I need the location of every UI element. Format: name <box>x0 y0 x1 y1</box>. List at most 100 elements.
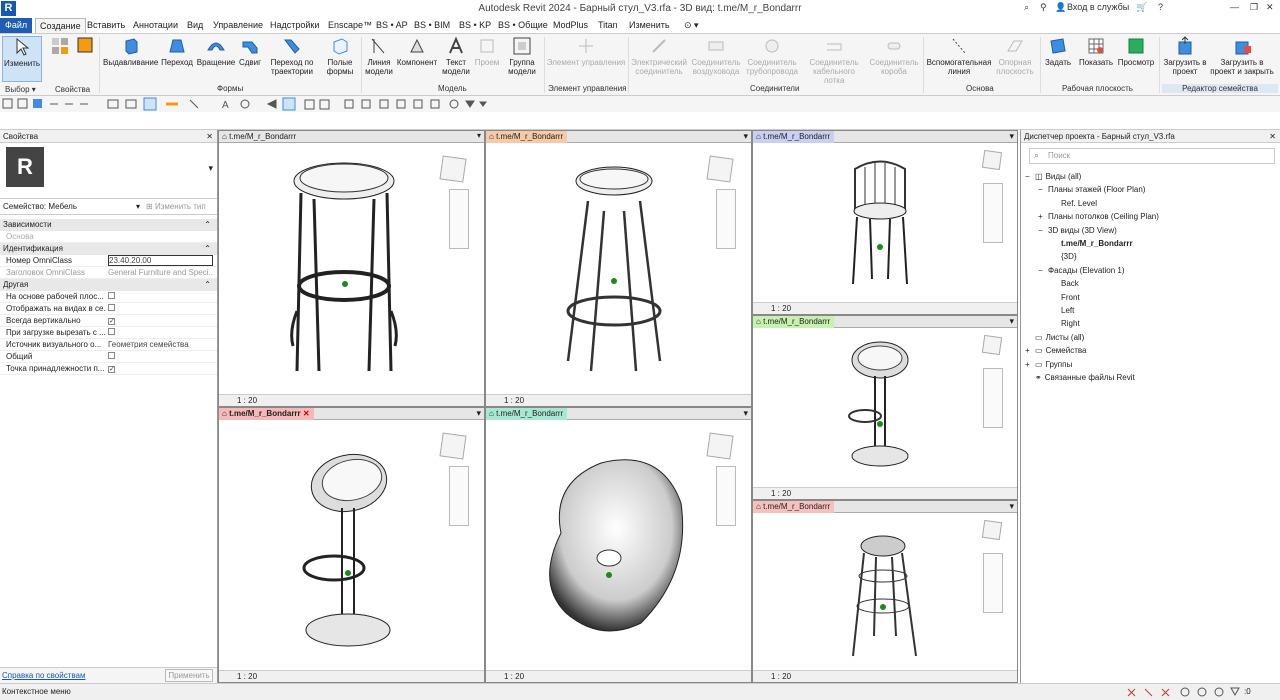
tab-bs-kp[interactable]: BS • KP <box>459 18 491 33</box>
cart-icon[interactable]: 🛒 <box>1136 2 1147 13</box>
section-constraints[interactable]: Зависимости ⌃ <box>0 219 217 231</box>
view-scale[interactable]: 1 : 20 <box>504 672 524 681</box>
binoculars-icon[interactable]: ⚲ <box>1040 2 1047 13</box>
tree-item[interactable]: + ▭ Группы <box>1025 360 1072 369</box>
chevron-down-icon[interactable]: ▾ <box>1009 501 1014 512</box>
collapse-icon[interactable]: ⌃ <box>204 219 211 231</box>
tab-create[interactable]: Создание <box>35 18 86 33</box>
model-line-button[interactable]: Линия модели <box>364 36 394 76</box>
tree-item[interactable]: −3D виды (3D View) <box>1038 226 1117 235</box>
collapse-icon[interactable]: − <box>1038 226 1048 235</box>
viewcube-icon[interactable] <box>439 432 467 460</box>
chevron-down-icon[interactable]: ▾ <box>743 131 748 142</box>
property-checkbox[interactable] <box>108 304 115 311</box>
load-into-project-button[interactable]: Загрузить в проект <box>1162 36 1208 76</box>
family-category-button[interactable] <box>76 36 96 58</box>
expand-icon[interactable]: + <box>1025 346 1035 355</box>
viewcube-icon[interactable] <box>706 155 734 183</box>
close-icon[interactable]: ✕ <box>1266 2 1274 13</box>
tab-bs-ap[interactable]: BS • AP <box>376 18 408 33</box>
properties-help-link[interactable]: Справка по свойствам <box>2 671 85 680</box>
omniclass-number-field[interactable]: 23.40.20.00 <box>108 255 213 266</box>
tree-item[interactable]: Front <box>1051 293 1080 302</box>
tree-item[interactable]: Ref. Level <box>1051 199 1097 208</box>
tree-item[interactable]: + ▭ Семейства <box>1025 346 1086 355</box>
viewport-7[interactable]: ⌂ t.me/M_r_Bondarrr ▾ 1 : 20 <box>752 500 1018 683</box>
collapse-icon[interactable]: ⌃ <box>204 279 211 291</box>
tree-item[interactable]: Right <box>1051 319 1080 328</box>
viewport-6[interactable]: ⌂ t.me/M_r_Bondarrr ▾ 1 : 20 <box>485 407 752 683</box>
chevron-down-icon[interactable]: ▾ <box>476 408 481 419</box>
blend-button[interactable]: Переход <box>159 36 195 67</box>
tab-enscape[interactable]: Enscape™ <box>328 18 372 33</box>
tab-file[interactable]: Файл <box>0 18 33 33</box>
navigation-bar[interactable] <box>716 466 736 526</box>
bean-bag-chair-model[interactable] <box>541 453 691 643</box>
select-group-label[interactable]: Выбор ▾ <box>5 85 36 94</box>
bar-stool-industrial-model[interactable] <box>848 531 928 666</box>
model-text-button[interactable]: Текст модели <box>440 36 472 76</box>
type-selector[interactable]: R ▾ <box>0 143 217 199</box>
minimize-icon[interactable]: — <box>1230 2 1239 12</box>
view-scale[interactable]: 1 : 20 <box>771 489 791 498</box>
search-input[interactable]: Поиск <box>1029 148 1275 164</box>
view-tab[interactable]: ⌂ t.me/M_r_Bondarrr <box>219 131 300 143</box>
navigation-bar[interactable] <box>449 466 469 526</box>
quick-access-icons[interactable]: A <box>0 96 490 112</box>
tab-annotate[interactable]: Аннотации <box>133 18 178 33</box>
apply-button[interactable]: Применить <box>165 669 213 682</box>
viewcube-icon[interactable] <box>981 519 1003 541</box>
view-tab[interactable]: ⌂ t.me/M_r_Bondarrr <box>753 501 835 513</box>
view-scale[interactable]: 1 : 20 <box>771 672 791 681</box>
tab-titan[interactable]: Titan <box>598 18 618 33</box>
expand-icon[interactable]: + <box>1025 360 1035 369</box>
viewer-button[interactable]: Просмотр <box>1116 36 1156 67</box>
view-scale[interactable]: 1 : 20 <box>237 396 257 405</box>
navigation-bar[interactable] <box>983 553 1003 613</box>
property-checkbox[interactable] <box>108 352 115 359</box>
chevron-down-icon[interactable]: ▾ <box>208 163 213 174</box>
login-link[interactable]: Вход в службы <box>1067 2 1129 12</box>
conduit-connector-button[interactable]: Соединитель короба <box>867 36 921 76</box>
bar-stool-wooden-model[interactable] <box>279 151 419 381</box>
navigation-bar[interactable] <box>449 189 469 249</box>
property-checkbox[interactable]: ✓ <box>108 366 115 373</box>
tree-item[interactable]: − Фасады (Elevation 1) <box>1038 266 1125 275</box>
view-scale[interactable]: 1 : 20 <box>237 672 257 681</box>
expand-icon[interactable]: + <box>1038 212 1048 221</box>
void-forms-button[interactable]: Полые формы <box>322 36 358 76</box>
section-other[interactable]: Другая ⌃ <box>0 279 217 291</box>
property-checkbox[interactable]: ✓ <box>108 318 115 325</box>
tab-insert[interactable]: Вставить <box>87 18 125 33</box>
viewcube-icon[interactable] <box>981 149 1003 171</box>
bar-stool-metal-model[interactable] <box>556 161 686 381</box>
tree-item[interactable]: ▭ Листы (all) <box>1025 333 1084 342</box>
user-icon[interactable]: 👤 <box>1055 2 1066 13</box>
view-tab[interactable]: ⌂ t.me/M_r_Bondarrr <box>486 408 568 420</box>
chevron-down-icon[interactable]: ▾ <box>1009 131 1014 142</box>
tab-modplus[interactable]: ModPlus <box>553 18 588 33</box>
help-icon[interactable]: ? <box>1158 2 1163 12</box>
property-value[interactable]: Геометрия семейства <box>108 339 213 351</box>
chevron-down-icon[interactable]: ▾ <box>136 202 140 211</box>
restore-icon[interactable]: ❐ <box>1250 2 1258 13</box>
chevron-down-icon[interactable]: ▾ <box>1009 316 1014 327</box>
collapse-icon[interactable]: ⌃ <box>204 243 211 255</box>
viewcube-icon[interactable] <box>981 334 1003 356</box>
collapse-icon[interactable]: − <box>1038 185 1048 194</box>
tree-item[interactable]: − ◫ Виды (all) <box>1025 172 1081 181</box>
tree-item[interactable]: Back <box>1051 279 1079 288</box>
ref-line-button[interactable]: Вспомогательная линия <box>925 36 993 76</box>
viewport-3[interactable]: ⌂ t.me/M_r_Bondarrr ▾ 1 : 20 <box>752 130 1018 315</box>
tree-item[interactable]: − Планы этажей (Floor Plan) <box>1038 185 1145 194</box>
section-identity[interactable]: Идентификация ⌃ <box>0 243 217 255</box>
close-icon[interactable]: ✕ <box>206 130 213 143</box>
family-category-label[interactable]: Семейство: Мебель <box>3 202 77 211</box>
bar-stool-modern-large-model[interactable] <box>294 438 404 658</box>
view-tab[interactable]: ⌂ t.me/M_r_Bondarrr <box>753 316 835 328</box>
tab-manage[interactable]: Управление <box>213 18 263 33</box>
view-tab-active[interactable]: ⌂ t.me/M_r_Bondarrr ✕ <box>219 408 314 420</box>
navigation-bar[interactable] <box>983 368 1003 428</box>
family-types-button[interactable] <box>46 36 74 58</box>
navigation-bar[interactable] <box>716 189 736 249</box>
